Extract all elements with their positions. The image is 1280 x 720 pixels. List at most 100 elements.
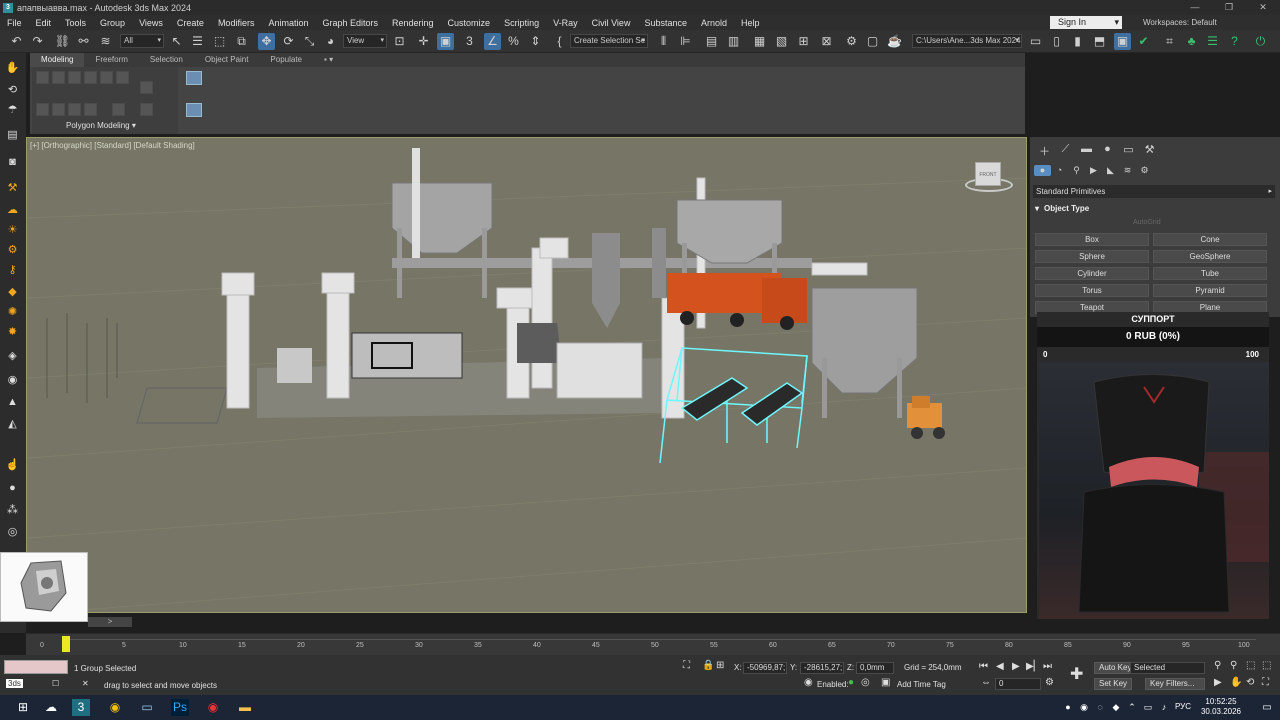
hierarchy-tab-icon[interactable]: ▬ — [1076, 143, 1097, 159]
ribbon-tool-icon[interactable] — [116, 71, 129, 84]
maximize-toggle-icon[interactable]: ⛶ — [1262, 677, 1269, 688]
angle-snap-icon[interactable]: ∠ — [484, 33, 501, 50]
select-object-icon[interactable]: ↖ — [168, 33, 185, 50]
selection-filter-dropdown[interactable]: All — [120, 34, 164, 48]
key-filters-button[interactable]: Key Filters... — [1145, 678, 1205, 690]
ribbon-tool-icon[interactable] — [112, 103, 125, 116]
maxscript-mini-icon[interactable]: 3ds — [6, 679, 23, 688]
lights-icon[interactable]: ⚲ — [1068, 165, 1085, 176]
cameras-icon[interactable]: ▶ — [1085, 165, 1102, 176]
material-editor-icon[interactable]: ⊠ — [818, 33, 835, 50]
select-manipulate-icon[interactable]: ✛ — [415, 33, 432, 50]
polygon-modeling-label[interactable]: Polygon Modeling ▾ — [66, 121, 136, 130]
key-icon[interactable]: ⚷ — [4, 263, 21, 277]
tab-selection[interactable]: Selection — [139, 53, 194, 67]
ribbon-side-icon[interactable] — [186, 103, 202, 117]
check-icon[interactable]: ✔ — [1135, 33, 1152, 50]
keyboard-shortcut-override-icon[interactable]: ▣ — [437, 33, 454, 50]
bind-space-warp-icon[interactable]: ≋ — [97, 33, 114, 50]
pan-view-icon[interactable]: ✋ — [1230, 677, 1242, 688]
tab-populate[interactable]: Populate — [259, 53, 313, 67]
ribbon-side-icon[interactable] — [186, 71, 202, 85]
add-time-tag[interactable]: Add Time Tag — [897, 680, 946, 689]
ribbon-tool-icon[interactable] — [68, 71, 81, 84]
menu-views[interactable]: Views — [132, 18, 170, 28]
display-icon[interactable]: ▭ — [138, 699, 156, 716]
edit-named-selection-icon[interactable]: { — [551, 33, 568, 50]
viewport-scroll-arrow[interactable]: > — [88, 617, 132, 627]
schematic-view-icon[interactable]: ⊞ — [795, 33, 812, 50]
select-tool-icon[interactable]: ✋ — [4, 61, 21, 75]
help-icon[interactable]: ? — [1226, 33, 1243, 50]
menu-rendering[interactable]: Rendering — [385, 18, 441, 28]
close-mini-icon[interactable]: ✕ — [82, 679, 89, 688]
geosphere-button[interactable]: GeoSphere — [1153, 250, 1267, 263]
select-and-scale-icon[interactable]: ⤡ — [301, 33, 318, 50]
tab-freeform[interactable]: Freeform — [84, 53, 138, 67]
autogrid-checkbox[interactable]: AutoGrid — [1133, 219, 1161, 226]
clock[interactable]: 10:52:25 30.03.2026 — [1197, 697, 1245, 717]
time-tag-icon[interactable]: ◎ — [861, 677, 870, 688]
tray-icon[interactable]: ⌃ — [1126, 699, 1138, 716]
maximize-viewport-icon[interactable]: ⬒ — [1091, 33, 1108, 50]
object-type-rollout[interactable]: Object Type — [1033, 202, 1275, 215]
utilities-tab-icon[interactable]: ⚒ — [1139, 143, 1160, 159]
volume-icon[interactable]: ♪ — [1158, 699, 1170, 716]
hammer-icon[interactable]: ⚒ — [4, 181, 21, 195]
zoom-all-icon[interactable]: ⚲ — [1230, 660, 1237, 671]
align-icon[interactable]: ⊫ — [677, 33, 694, 50]
network-icon[interactable]: ▭ — [1142, 699, 1154, 716]
spinner-snap-icon[interactable]: ⇕ — [527, 33, 544, 50]
named-selection-dropdown[interactable]: Create Selection Se — [570, 34, 648, 48]
timeline[interactable]: 0 5 10 15 20 25 30 35 40 45 50 55 60 65 … — [26, 633, 1280, 655]
menu-help[interactable]: Help — [734, 18, 767, 28]
category-dropdown[interactable]: Standard Primitives — [1033, 185, 1275, 198]
menu-list-icon[interactable]: ☰ — [1204, 33, 1221, 50]
geometry-icon[interactable]: ● — [1034, 165, 1051, 176]
chrome-icon[interactable]: ◉ — [106, 699, 124, 716]
render-setup-icon[interactable]: ⚙ — [843, 33, 860, 50]
link-icon[interactable]: ⛓ — [54, 33, 71, 50]
save-icon[interactable]: ▮ — [1069, 33, 1086, 50]
layer-explorer-icon[interactable]: ▥ — [725, 33, 742, 50]
zoom-icon[interactable]: ⚲ — [1214, 660, 1221, 671]
create-tab-icon[interactable]: ＋ — [1034, 143, 1055, 159]
display-tab-icon[interactable]: ▭ — [1118, 143, 1139, 159]
enabled-status-icon[interactable]: ● — [848, 677, 854, 688]
prev-frame-icon[interactable]: ◀ — [996, 661, 1004, 672]
ribbon-tool-icon[interactable] — [52, 71, 65, 84]
play-icon[interactable]: ▶ — [1012, 661, 1020, 672]
zoom-extents-all-icon[interactable]: ⬚ — [1262, 660, 1271, 671]
next-frame-icon[interactable]: ▶▏ — [1026, 661, 1041, 672]
sun-icon[interactable]: ☀ — [4, 223, 21, 237]
x-coordinate-field[interactable]: -50969,87; — [743, 662, 787, 674]
cylinder-button[interactable]: Cylinder — [1035, 267, 1149, 280]
rendered-frame-window-icon[interactable]: ▢ — [864, 33, 881, 50]
menu-graph-editors[interactable]: Graph Editors — [315, 18, 385, 28]
percent-snap-icon[interactable]: % — [505, 33, 522, 50]
tab-modeling[interactable]: Modeling — [30, 53, 85, 67]
time-tag-box-icon[interactable]: ▣ — [881, 677, 890, 688]
shapes-icon[interactable]: ◔ — [1051, 165, 1068, 176]
ribbon-tool-icon[interactable] — [100, 71, 113, 84]
viewport-layout-icon[interactable]: ▤ — [4, 128, 21, 142]
tab-object-paint[interactable]: Object Paint — [194, 53, 260, 67]
key-mode-icon[interactable]: ⇔ — [981, 677, 991, 688]
menu-group[interactable]: Group — [93, 18, 132, 28]
time-config-icon[interactable]: ⚙ — [1045, 677, 1054, 688]
curve-editor-icon[interactable]: ▧ — [773, 33, 790, 50]
motion-tab-icon[interactable]: ● — [1097, 143, 1118, 159]
ribbon-tool-icon[interactable] — [84, 71, 97, 84]
menu-civil-view[interactable]: Civil View — [585, 18, 638, 28]
key-mode-dropdown[interactable]: Selected — [1130, 662, 1205, 674]
ribbon-tool-icon[interactable] — [36, 103, 49, 116]
toggle-ribbon-icon[interactable]: ▦ — [751, 33, 768, 50]
go-to-start-icon[interactable]: ⏮ — [979, 661, 988, 672]
space-warps-icon[interactable]: ≋ — [1119, 165, 1136, 176]
window-crossing-icon[interactable]: ⧉ — [233, 33, 250, 50]
orbit-view-icon[interactable]: ⟲ — [1246, 677, 1254, 688]
systems-icon[interactable]: ⚙ — [1136, 165, 1153, 176]
redo-icon[interactable]: ↷ — [29, 33, 46, 50]
adaptive-degradation-icon[interactable]: ◉ — [804, 677, 813, 688]
ribbon-tool-icon[interactable] — [84, 103, 97, 116]
